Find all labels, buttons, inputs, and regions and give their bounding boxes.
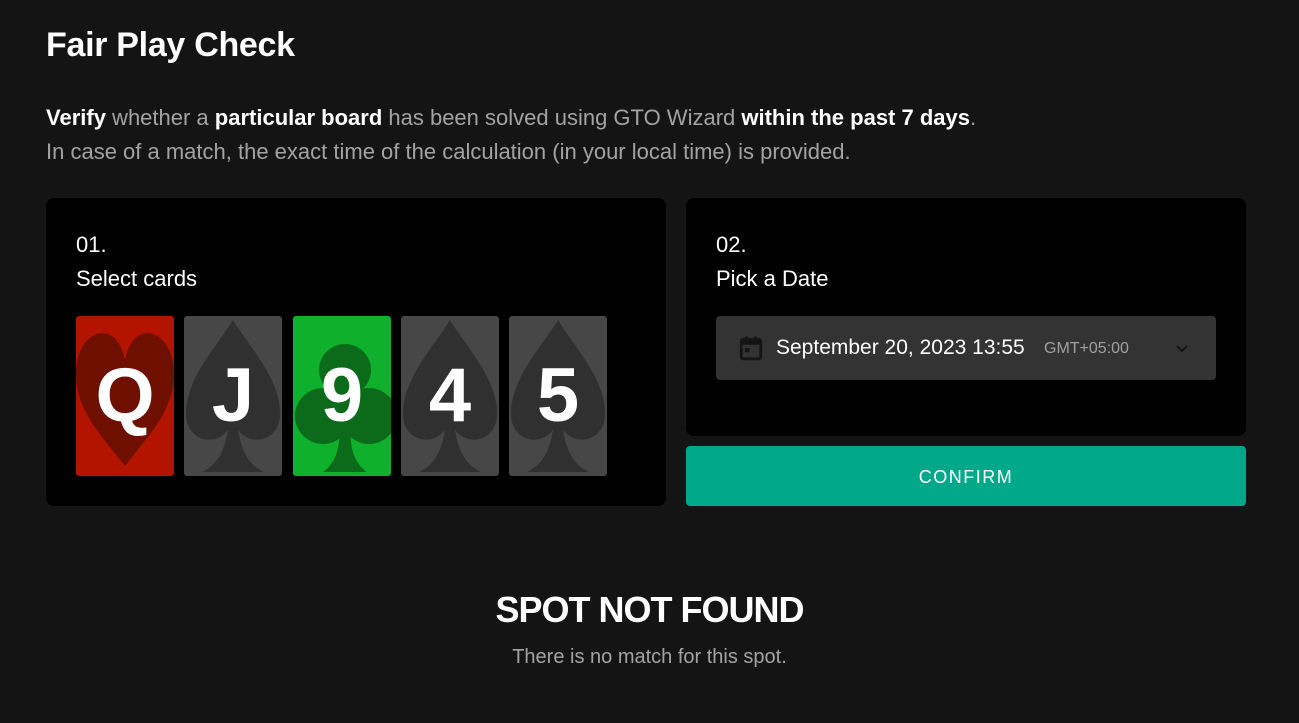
card-rank: 4 [428, 353, 472, 438]
card-5-spade[interactable]: 5 [509, 316, 607, 476]
step-number: 01. [76, 232, 107, 257]
description-segment: has been solved using GTO Wizard [382, 105, 742, 130]
card-j-spade[interactable]: J [184, 316, 282, 476]
description-segment: particular board [214, 105, 383, 130]
card-9-club[interactable]: 9 [293, 316, 391, 476]
card-4-spade[interactable]: 4 [401, 316, 499, 476]
card-q-heart[interactable]: Q [76, 316, 174, 476]
card-rank: J [211, 353, 255, 438]
card-rank: 5 [536, 353, 580, 438]
card-rank: 9 [320, 353, 364, 438]
page-title: Fair Play Check [46, 26, 295, 64]
description-segment: whether a [105, 105, 215, 130]
confirm-button[interactable]: CONFIRM [686, 446, 1246, 506]
description-line-1: Verify whether a particular board has be… [46, 101, 976, 135]
pick-date-panel: 02. Pick a Date September 20, 2023 13:55… [686, 198, 1246, 436]
date-picker[interactable]: September 20, 2023 13:55 GMT+05:00 [716, 316, 1216, 380]
timezone-label: GMT+05:00 [1044, 340, 1129, 357]
date-value: September 20, 2023 13:55 [776, 336, 1025, 359]
card-selector: QJ945 [76, 316, 616, 476]
step-label: Pick a Date [716, 266, 829, 291]
card-rank: Q [95, 353, 155, 438]
result-title: SPOT NOT FOUND [495, 589, 805, 630]
fair-play-check-page: Fair Play Check Verify whether a particu… [0, 0, 1299, 723]
description-line-2: In case of a match, the exact time of th… [46, 139, 851, 164]
select-cards-panel: 01. Select cards QJ945 [46, 198, 666, 506]
step-label: Select cards [76, 266, 198, 291]
step-number: 02. [716, 232, 747, 257]
description-segment: Verify [46, 105, 106, 130]
result-subtitle: There is no match for this spot. [512, 646, 787, 668]
description-segment: . [969, 105, 977, 130]
page-description: Verify whether a particular board has be… [46, 101, 976, 169]
description-segment: within the past 7 days [741, 105, 970, 130]
calendar-icon [739, 336, 763, 361]
chevron-down-icon [1176, 345, 1188, 353]
